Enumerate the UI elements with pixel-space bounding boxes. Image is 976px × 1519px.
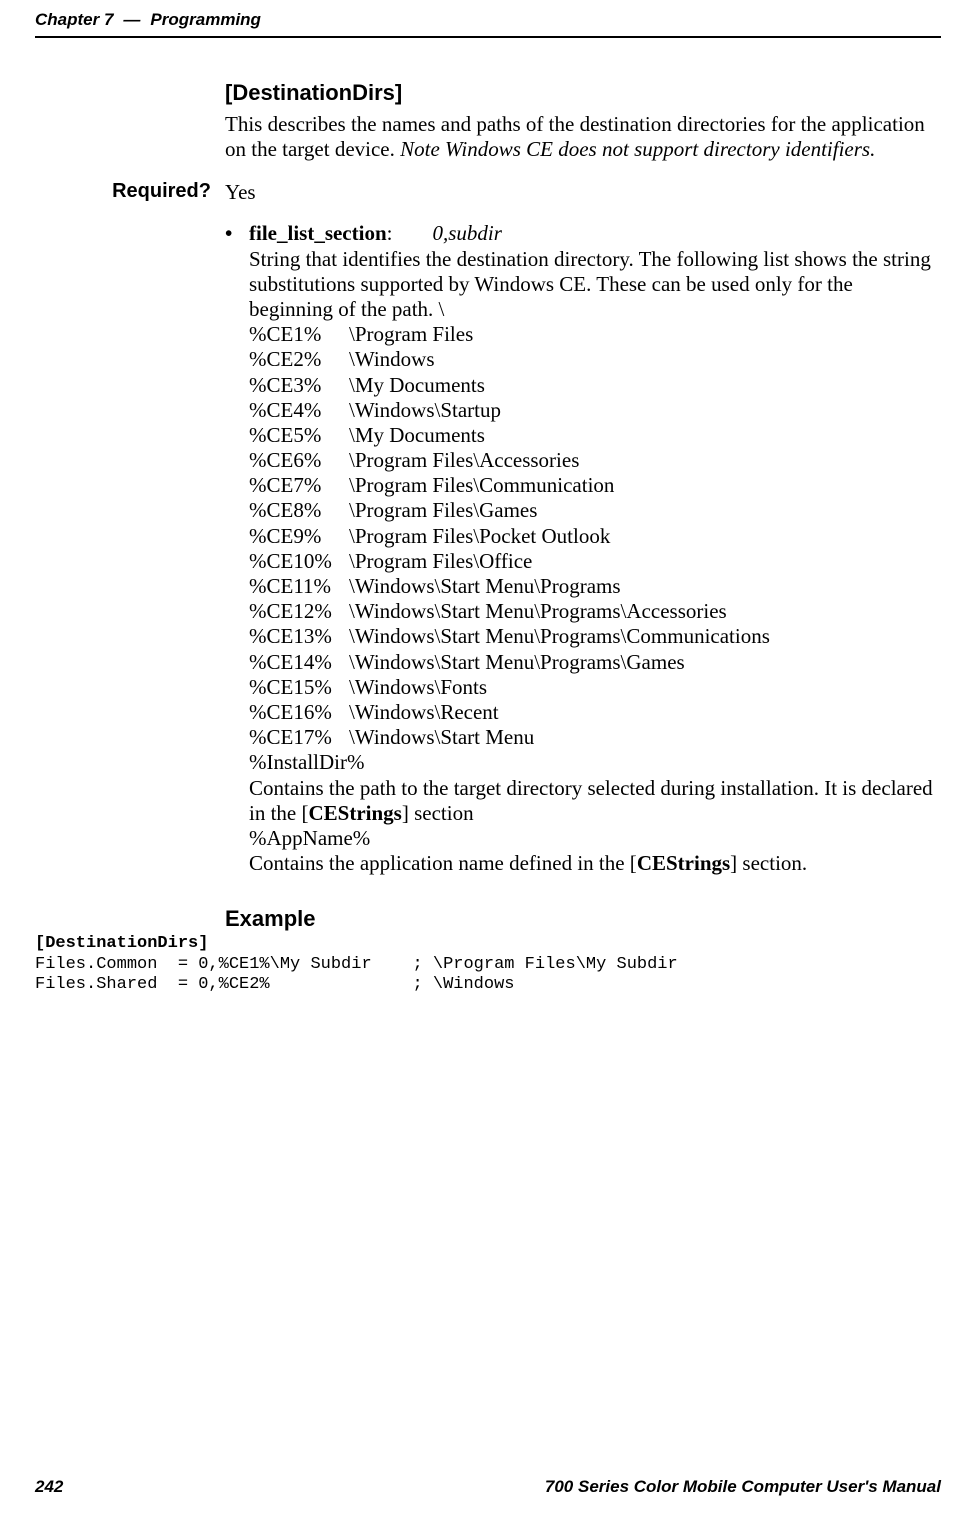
appname-desc-a: Contains the application name defined in… (249, 851, 637, 875)
path-key: %CE8% (249, 498, 349, 523)
section-block: [DestinationDirs] This describes the nam… (225, 80, 941, 162)
path-key: %CE4% (249, 398, 349, 423)
path-row: %CE17%\Windows\Start Menu (249, 725, 941, 750)
path-row: %CE15%\Windows\Fonts (249, 675, 941, 700)
path-key: %CE13% (249, 624, 349, 649)
path-key: %CE17% (249, 725, 349, 750)
path-value: \Program Files\Games (349, 498, 537, 523)
appname-desc-bold: CEStrings (637, 851, 730, 875)
section-desc-note: Note Windows CE does not support directo… (400, 137, 875, 161)
example-title: Example (225, 906, 941, 932)
bullet-first-line: • file_list_section: 0,subdir (225, 221, 941, 246)
installdir-key: %InstallDir% (249, 750, 941, 775)
path-row: %CE4%\Windows\Startup (249, 398, 941, 423)
bullet-intro-text: String that identifies the destination d… (249, 247, 941, 323)
installdir-desc-b: ] section (402, 801, 474, 825)
installdir-desc: Contains the path to the target director… (249, 776, 941, 826)
path-value: \Program Files\Pocket Outlook (349, 524, 610, 549)
installdir-desc-bold: CEStrings (308, 801, 401, 825)
page: Chapter 7 — Programming [DestinationDirs… (0, 0, 976, 1519)
example-header: [DestinationDirs] (35, 934, 208, 953)
path-value: \Windows\Fonts (349, 675, 487, 700)
bullet-mark: • (225, 221, 249, 246)
path-value: \My Documents (349, 423, 485, 448)
path-row: %CE3%\My Documents (249, 373, 941, 398)
path-row: %CE12%\Windows\Start Menu\Programs\Acces… (249, 599, 941, 624)
path-row: %CE16%\Windows\Recent (249, 700, 941, 725)
path-key: %CE9% (249, 524, 349, 549)
path-key: %CE14% (249, 650, 349, 675)
path-key: %CE7% (249, 473, 349, 498)
path-value: \My Documents (349, 373, 485, 398)
bullet-term: file_list_section (249, 221, 387, 245)
bullet-term-value: 0,subdir (432, 221, 501, 245)
path-key: %CE1% (249, 322, 349, 347)
required-row: Required? Yes (35, 180, 941, 205)
path-row: %CE6%\Program Files\Accessories (249, 448, 941, 473)
chapter-label: Chapter 7 (35, 10, 113, 30)
example-line-1: Files.Common = 0,%CE1%\My Subdir ; \Prog… (35, 955, 678, 974)
manual-title: 700 Series Color Mobile Computer User's … (545, 1477, 941, 1497)
path-row: %CE10%\Program Files\Office (249, 549, 941, 574)
example-code: [DestinationDirs] Files.Common = 0,%CE1%… (35, 934, 941, 995)
section-title: [DestinationDirs] (225, 80, 941, 106)
path-key: %CE11% (249, 574, 349, 599)
path-value: \Windows\Start Menu (349, 725, 534, 750)
path-key: %CE16% (249, 700, 349, 725)
path-value: \Program Files\Office (349, 549, 532, 574)
path-value: \Program Files (349, 322, 473, 347)
path-value: \Windows (349, 347, 435, 372)
path-row: %CE11%\Windows\Start Menu\Programs (249, 574, 941, 599)
path-value: \Windows\Start Menu\Programs (349, 574, 621, 599)
path-key: %CE2% (249, 347, 349, 372)
path-key: %CE5% (249, 423, 349, 448)
required-value: Yes (225, 180, 256, 205)
chapter-title: Programming (150, 10, 261, 30)
bullet-term-colon: : (387, 221, 393, 245)
path-value: \Windows\Start Menu\Programs\Communicati… (349, 624, 770, 649)
path-key: %CE12% (249, 599, 349, 624)
path-row: %CE5%\My Documents (249, 423, 941, 448)
path-row: %CE9%\Program Files\Pocket Outlook (249, 524, 941, 549)
appname-desc: Contains the application name defined in… (249, 851, 941, 876)
appname-desc-b: ] section. (730, 851, 807, 875)
path-row: %CE2%\Windows (249, 347, 941, 372)
path-value: \Program Files\Accessories (349, 448, 579, 473)
page-number: 242 (35, 1477, 63, 1497)
path-value: \Windows\Startup (349, 398, 501, 423)
header-rule (35, 36, 941, 38)
path-row: %CE1%\Program Files (249, 322, 941, 347)
path-value: \Windows\Start Menu\Programs\Accessories (349, 599, 727, 624)
path-value: \Windows\Recent (349, 700, 499, 725)
path-key: %CE15% (249, 675, 349, 700)
path-row: %CE7%\Program Files\Communication (249, 473, 941, 498)
path-substitutions: %CE1%\Program Files%CE2%\Windows%CE3%\My… (249, 322, 941, 750)
header-separator: — (123, 10, 140, 30)
content-area: [DestinationDirs] This describes the nam… (35, 80, 941, 995)
path-row: %CE14%\Windows\Start Menu\Programs\Games (249, 650, 941, 675)
section-description: This describes the names and paths of th… (225, 112, 941, 162)
running-header: Chapter 7 — Programming (35, 10, 941, 30)
path-value: \Program Files\Communication (349, 473, 614, 498)
path-key: %CE10% (249, 549, 349, 574)
bullet-block: • file_list_section: 0,subdir String that… (225, 221, 941, 876)
appname-key: %AppName% (249, 826, 941, 851)
required-label: Required? (35, 180, 225, 205)
path-row: %CE8%\Program Files\Games (249, 498, 941, 523)
path-key: %CE6% (249, 448, 349, 473)
path-row: %CE13%\Windows\Start Menu\Programs\Commu… (249, 624, 941, 649)
path-key: %CE3% (249, 373, 349, 398)
running-footer: 242 700 Series Color Mobile Computer Use… (35, 1477, 941, 1497)
example-line-2: Files.Shared = 0,%CE2% ; \Windows (35, 975, 514, 994)
bullet-term-line: file_list_section: 0,subdir (249, 221, 941, 246)
path-value: \Windows\Start Menu\Programs\Games (349, 650, 685, 675)
